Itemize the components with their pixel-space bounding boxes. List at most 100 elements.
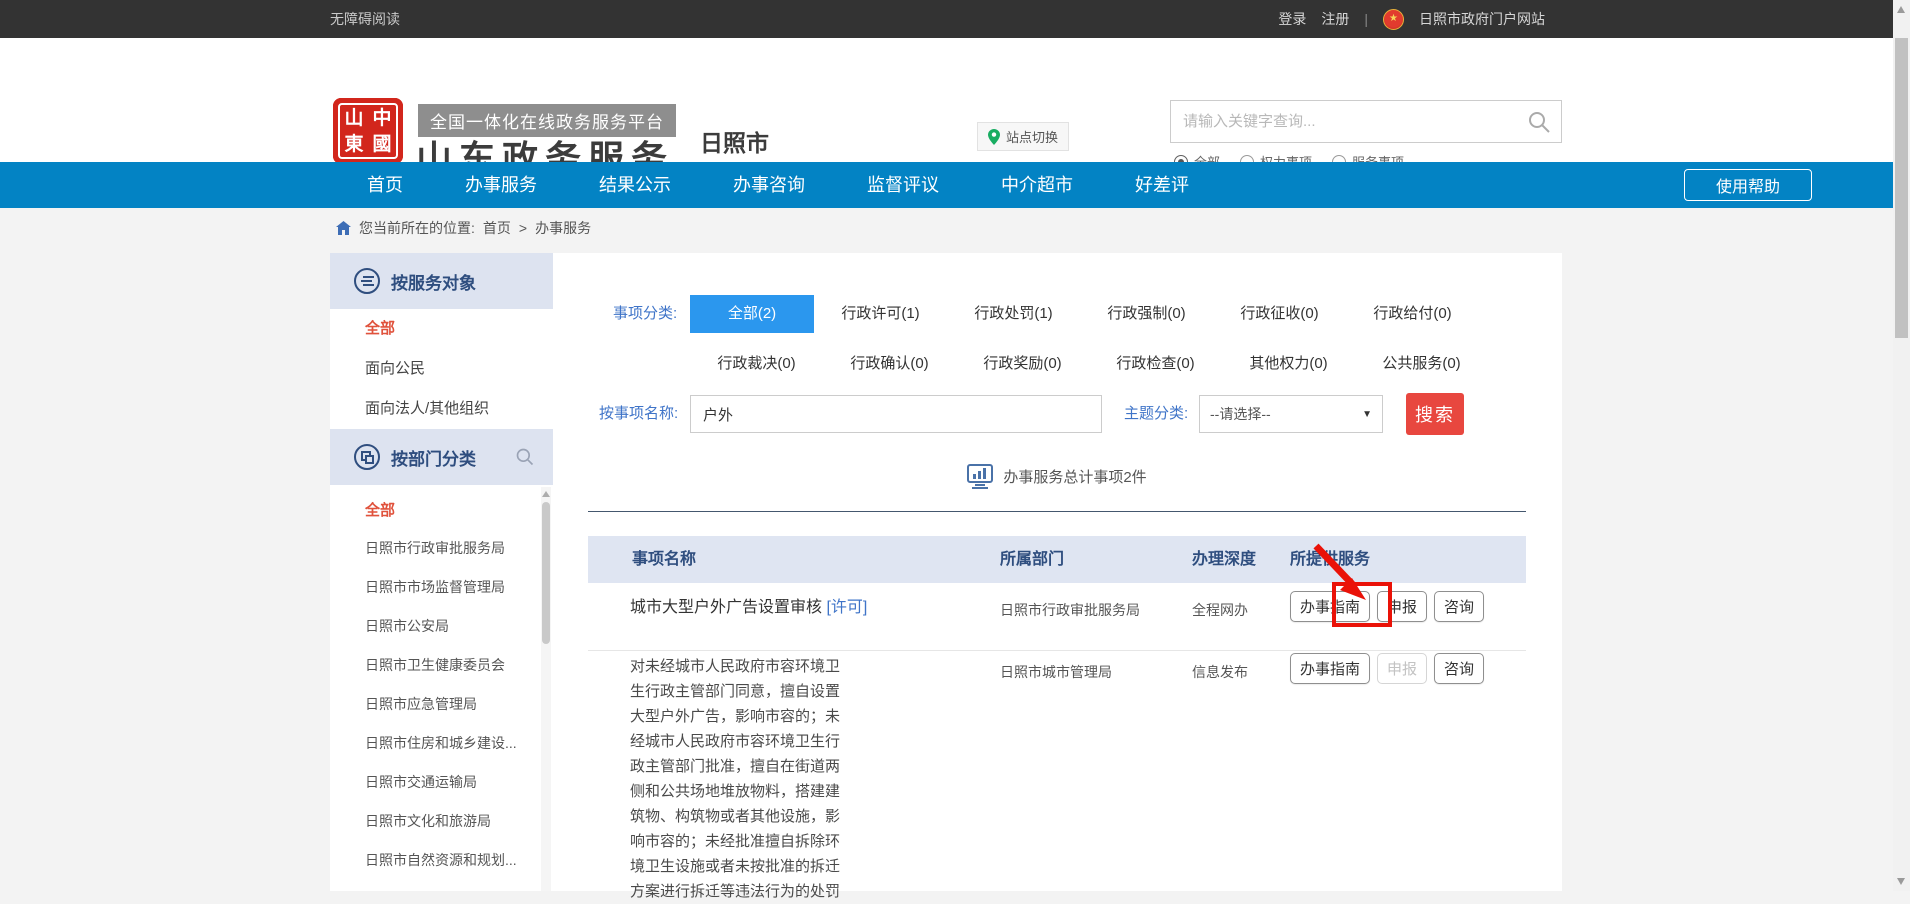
apply-button[interactable]: 申报 — [1377, 591, 1427, 622]
portal-site-link[interactable]: 日照市政府门户网站 — [1419, 9, 1545, 29]
nav-item-supervision[interactable]: 监督评议 — [867, 162, 939, 208]
topic-select[interactable]: --请选择-- ▼ — [1199, 395, 1383, 433]
chart-monitor-icon — [967, 464, 993, 489]
sidebar-scrollbar[interactable] — [541, 487, 551, 891]
table-row-item-name[interactable]: 城市大型户外广告设置审核 [许可] — [630, 592, 870, 623]
sidebar-dept-item[interactable]: 日照市行政审批服务局 — [330, 529, 536, 568]
nav-item-consult[interactable]: 办事咨询 — [733, 162, 805, 208]
table-cell-department: 日照市行政审批服务局 — [1000, 600, 1140, 620]
tab-admin-reward[interactable]: 行政奖励(0) — [956, 345, 1089, 383]
breadcrumb-current[interactable]: 办事服务 — [535, 218, 591, 238]
table-cell-depth: 信息发布 — [1192, 662, 1248, 682]
topbar-right-group: 登录 注册 | ★ 日照市政府门户网站 — [1278, 0, 1545, 38]
topbar-divider: | — [1364, 11, 1368, 27]
breadcrumb-home[interactable]: 首页 — [483, 218, 511, 238]
tab-public-service[interactable]: 公共服务(0) — [1355, 345, 1488, 383]
stats-row: 办事服务总计事项2件 — [588, 460, 1526, 492]
tab-admin-coercion[interactable]: 行政强制(0) — [1080, 295, 1213, 333]
accessibility-link[interactable]: 无障碍阅读 — [330, 0, 400, 38]
sidebar-item-service-all[interactable]: 全部 — [330, 309, 540, 349]
seal-char: 國 — [368, 131, 396, 157]
seal-char: 東 — [340, 131, 368, 157]
help-button[interactable]: 使用帮助 — [1684, 169, 1812, 201]
table-row-item-name[interactable]: 对未经城市人民政府市容环境卫生行政主管部门同意，擅自设置大型户外广告，影响市容的… — [630, 654, 842, 904]
scroll-up-icon[interactable] — [1897, 6, 1905, 13]
site-switch-label: 站点切换 — [1006, 127, 1058, 146]
search-button[interactable]: 搜索 — [1406, 393, 1464, 435]
site-switch-button[interactable]: 站点切换 — [977, 122, 1069, 151]
guide-button[interactable]: 办事指南 — [1290, 591, 1370, 622]
scroll-up-icon[interactable] — [542, 491, 550, 497]
sidebar-dept-item[interactable]: 日照市公安局 — [330, 607, 536, 646]
item-name-text[interactable]: 城市大型户外广告设置审核 — [630, 599, 822, 616]
tab-admin-ruling[interactable]: 行政裁决(0) — [690, 345, 823, 383]
list-icon — [354, 268, 380, 294]
table-header: 事项名称 所属部门 办理深度 所提供服务 — [588, 536, 1526, 583]
search-icon[interactable] — [1527, 110, 1551, 134]
tab-admin-license[interactable]: 行政许可(1) — [814, 295, 947, 333]
row-divider — [588, 650, 1526, 651]
sidebar-dept-item[interactable]: 日照市市场监督管理局 — [330, 568, 536, 607]
breadcrumb-sep: > — [519, 220, 527, 236]
sidebar-item-legal-persons[interactable]: 面向法人/其他组织 — [330, 389, 540, 429]
national-emblem-icon: ★ — [1383, 9, 1404, 30]
consult-button[interactable]: 咨询 — [1434, 591, 1484, 622]
table-cell-depth: 全程网办 — [1192, 600, 1248, 620]
tab-admin-inspection[interactable]: 行政检查(0) — [1089, 345, 1222, 383]
sidebar-dept-all[interactable]: 全部 — [330, 491, 536, 530]
topic-select-value: --请选择-- — [1210, 404, 1271, 424]
scroll-down-icon[interactable] — [1897, 878, 1905, 885]
scrollbar-thumb[interactable] — [1895, 38, 1908, 338]
col-department: 所属部门 — [1000, 536, 1064, 583]
item-license-tag[interactable]: [许可] — [826, 599, 867, 616]
sidebar-dept-item[interactable]: 日照市应急管理局 — [330, 685, 536, 724]
breadcrumb: 您当前所在的位置: 首页 > 办事服务 — [336, 218, 591, 238]
department-search-icon[interactable] — [515, 447, 535, 467]
sidebar-dept-item[interactable]: 日照市卫生健康委员会 — [330, 646, 536, 685]
tab-admin-collection[interactable]: 行政征收(0) — [1213, 295, 1346, 333]
register-link[interactable]: 注册 — [1321, 9, 1349, 29]
item-name-label: 按事项名称: — [599, 394, 678, 434]
table-row-services: 办事指南 申报 咨询 — [1290, 653, 1484, 684]
sidebar-item-citizens[interactable]: 面向公民 — [330, 349, 540, 389]
browser-scrollbar[interactable] — [1893, 0, 1910, 891]
table-row-services: 办事指南 申报 咨询 — [1290, 591, 1484, 622]
breadcrumb-prefix: 您当前所在的位置: — [359, 218, 475, 238]
nav-item-services[interactable]: 办事服务 — [465, 162, 537, 208]
home-icon — [336, 221, 351, 235]
main-navbar: 首页 办事服务 结果公示 办事咨询 监督评议 中介超市 好差评 使用帮助 — [0, 162, 1893, 208]
tab-other-power[interactable]: 其他权力(0) — [1222, 345, 1355, 383]
location-pin-icon — [988, 129, 1000, 145]
consult-button[interactable]: 咨询 — [1434, 653, 1484, 684]
sidebar-dept-item[interactable]: 日照市文化和旅游局 — [330, 802, 536, 841]
tab-admin-confirmation[interactable]: 行政确认(0) — [823, 345, 956, 383]
login-link[interactable]: 登录 — [1278, 9, 1306, 29]
guide-button[interactable]: 办事指南 — [1290, 653, 1370, 684]
shandong-seal-logo: 山 中 東 國 — [333, 98, 403, 164]
sidebar-header-label: 按服务对象 — [391, 269, 476, 294]
city-name: 日照市 — [700, 124, 769, 158]
sidebar-header-department: 按部门分类 — [330, 429, 553, 485]
seal-char: 中 — [368, 105, 396, 131]
sidebar-dept-item[interactable]: 日照市交通运输局 — [330, 763, 536, 802]
site-header: 山 中 東 國 全国一体化在线政务服务平台 山东政务服务 日照市 站点切换 全部… — [0, 38, 1893, 162]
category-tabs-row1: 全部(2) 行政许可(1) 行政处罚(1) 行政强制(0) 行政征收(0) 行政… — [690, 295, 1479, 333]
nav-item-rating[interactable]: 好差评 — [1135, 162, 1189, 208]
seal-char: 山 — [340, 105, 368, 131]
header-search-input[interactable] — [1171, 101, 1527, 142]
nav-items: 首页 办事服务 结果公示 办事咨询 监督评议 中介超市 好差评 — [367, 162, 1189, 208]
tab-admin-penalty[interactable]: 行政处罚(1) — [947, 295, 1080, 333]
nav-item-home[interactable]: 首页 — [367, 162, 403, 208]
chevron-down-icon: ▼ — [1362, 409, 1372, 420]
sidebar-dept-item[interactable]: 日照市住房和城乡建设... — [330, 724, 536, 763]
item-name-input[interactable] — [690, 395, 1102, 433]
tab-admin-payment[interactable]: 行政给付(0) — [1346, 295, 1479, 333]
tab-all[interactable]: 全部(2) — [690, 295, 814, 333]
col-depth: 办理深度 — [1192, 536, 1256, 583]
nav-item-results[interactable]: 结果公示 — [599, 162, 671, 208]
sidebar-dept-item[interactable]: 日照市自然资源和规划... — [330, 841, 536, 880]
sidebar-header-label: 按部门分类 — [391, 445, 476, 470]
category-tabs-row2: 行政裁决(0) 行政确认(0) 行政奖励(0) 行政检查(0) 其他权力(0) … — [690, 345, 1488, 383]
nav-item-intermediary[interactable]: 中介超市 — [1001, 162, 1073, 208]
scrollbar-thumb[interactable] — [542, 502, 550, 644]
